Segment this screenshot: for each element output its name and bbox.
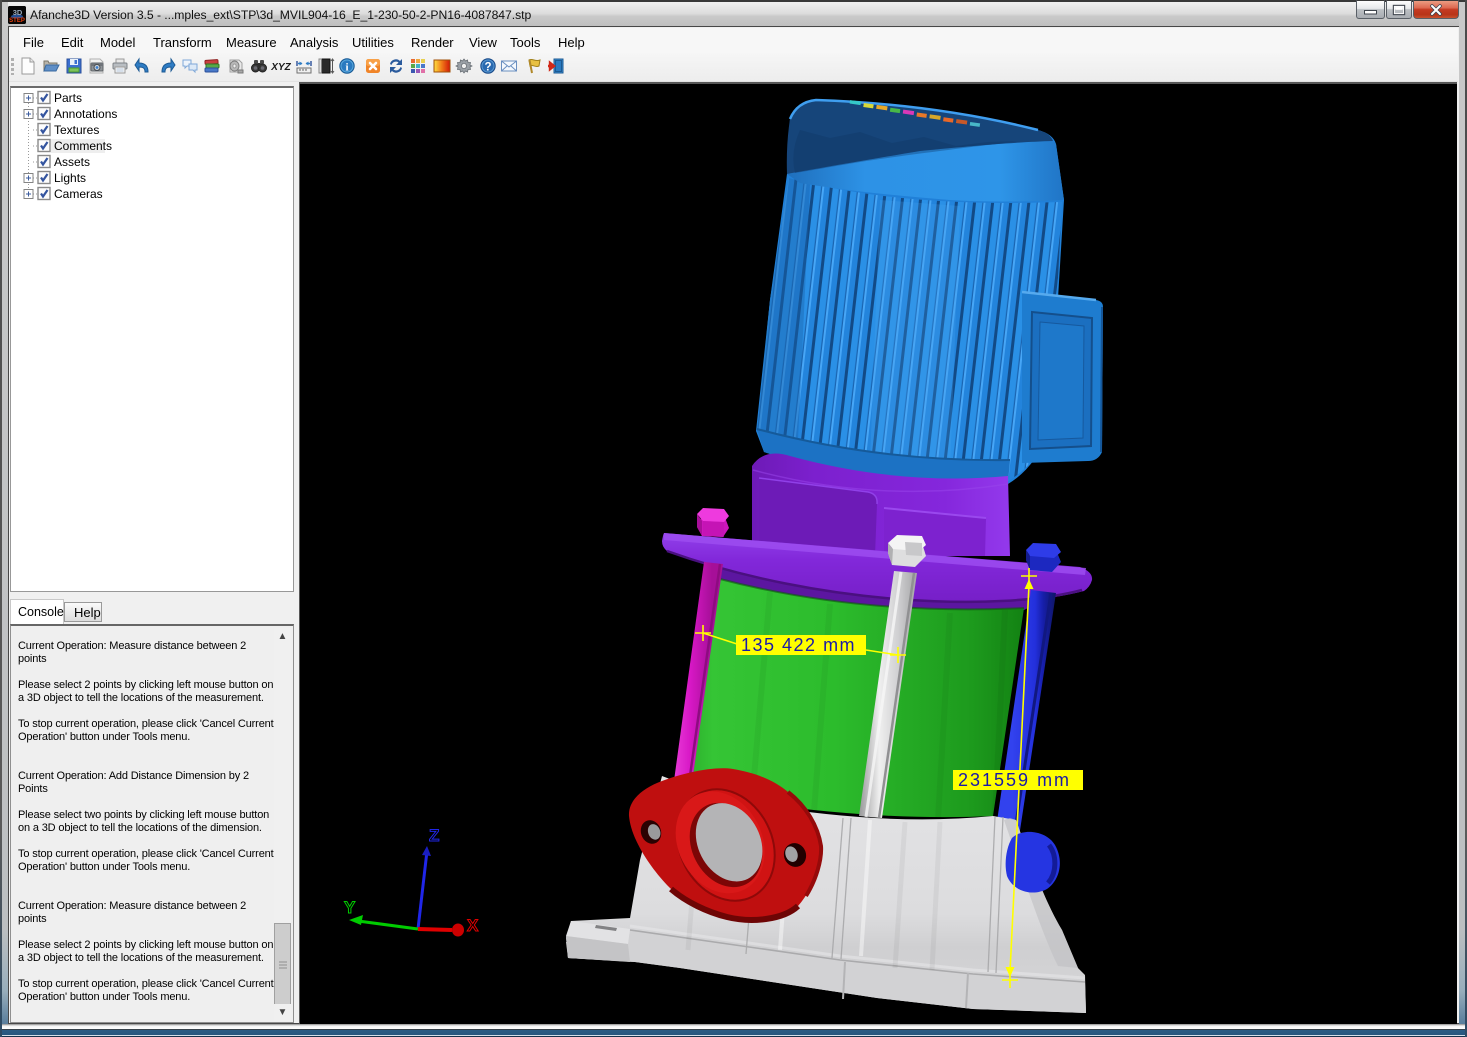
svg-text:Textures: Textures (54, 123, 99, 137)
svg-text:Annotations: Annotations (54, 107, 117, 121)
svg-text:X: X (467, 916, 479, 935)
svg-text:135 422 mm: 135 422 mm (741, 635, 856, 655)
svg-text:Z: Z (429, 826, 439, 845)
svg-text:?: ? (484, 62, 491, 74)
svg-text:Parts: Parts (54, 91, 82, 105)
svg-text:Lights: Lights (54, 171, 86, 185)
svg-text:Comments: Comments (54, 139, 112, 153)
svg-text:Assets: Assets (54, 155, 90, 169)
svg-text:231559 mm: 231559 mm (958, 770, 1071, 790)
svg-text:i: i (345, 62, 348, 74)
svg-text:Cameras: Cameras (54, 187, 103, 201)
svg-text:Y: Y (344, 898, 356, 917)
